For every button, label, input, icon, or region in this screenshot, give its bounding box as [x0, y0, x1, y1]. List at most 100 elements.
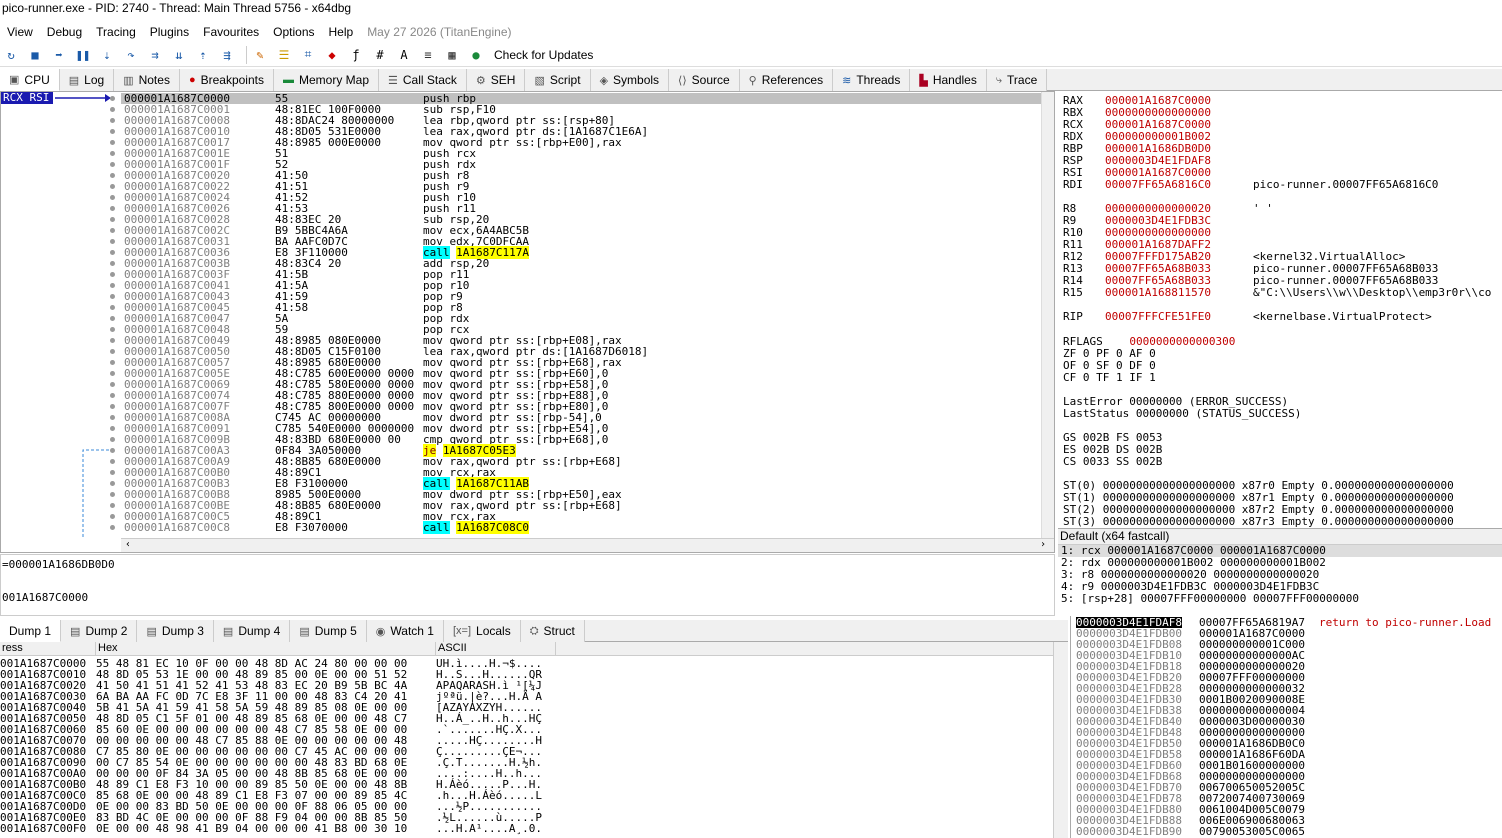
register-row[interactable]: RIP 00007FFFCFE51FE0 <kernelbase.VirtualPr…: [1063, 311, 1432, 323]
function-icon[interactable]: ƒ: [347, 46, 365, 64]
step-over-icon[interactable]: ↷: [122, 46, 140, 64]
disasm-row[interactable]: 000001A1687C0020 41:50 push r8: [110, 170, 1041, 181]
disasm-row[interactable]: 000001A1687C0028 48:83EC 20 sub rsp,20: [110, 214, 1041, 225]
tab-dump-2[interactable]: ▤ Dump 2: [61, 620, 138, 642]
breakpoint-dot[interactable]: [110, 151, 115, 156]
disasm-row[interactable]: 000001A1687C0000 55 push rbp: [110, 93, 1041, 104]
stop-icon[interactable]: ■: [26, 46, 44, 64]
tab-breakpoints[interactable]: ● Breakpoints: [179, 69, 274, 91]
trace-over-icon[interactable]: ⇊: [170, 46, 188, 64]
breakpoint-dot[interactable]: [110, 503, 115, 508]
disasm-row[interactable]: 000001A1687C0036 E8 3F110000 call 1A1687C1…: [110, 246, 1041, 259]
step-into-icon[interactable]: ⇣: [98, 46, 116, 64]
disasm-row[interactable]: 000001A1687C001F 52 push rdx: [110, 159, 1041, 170]
menu-plugins[interactable]: Plugins: [143, 25, 196, 39]
dump-column-address[interactable]: ress: [0, 642, 96, 655]
breakpoint-dot[interactable]: [110, 272, 115, 277]
tab-seh[interactable]: ⚙ SEH: [466, 69, 526, 91]
dump-hex[interactable]: 0E 00 00 48 98 41 B9 04 00 00 00 41 B8 0…: [96, 823, 407, 834]
breakpoint-dot[interactable]: [110, 437, 115, 442]
disasm-row[interactable]: 000001A1687C0047 5A pop rdx: [110, 313, 1041, 324]
breakpoint-dot[interactable]: [110, 173, 115, 178]
breakpoint-dot[interactable]: [110, 184, 115, 189]
tab-trace[interactable]: ⤷ Trace: [986, 69, 1048, 91]
breakpoint-dot[interactable]: [110, 349, 115, 354]
breakpoint-dot[interactable]: [110, 250, 115, 255]
disasm-instruction[interactable]: call 1A1687C08C0: [423, 521, 529, 534]
menu-options[interactable]: Options: [266, 25, 321, 39]
tab-source[interactable]: ⟨⟩ Source: [669, 69, 740, 91]
dump-column-ascii[interactable]: ASCII: [436, 642, 556, 655]
breakpoint-dot[interactable]: [110, 140, 115, 145]
tab-log[interactable]: ▤ Log: [59, 69, 115, 91]
tab-locals[interactable]: [x=] Locals: [443, 620, 521, 642]
breakpoint-dot[interactable]: [110, 481, 115, 486]
tab-handles[interactable]: ▙ Handles: [910, 69, 987, 91]
pause-icon[interactable]: ❚❚: [74, 46, 92, 64]
tab-cpu[interactable]: ▣ CPU: [0, 69, 60, 91]
breakpoint-dot[interactable]: [110, 217, 115, 222]
breakpoint-dot[interactable]: [110, 393, 115, 398]
disassembly-hscrollbar[interactable]: ‹ ›: [121, 538, 1054, 552]
breakpoint-dot[interactable]: [110, 514, 115, 519]
breakpoint-dot[interactable]: [110, 525, 115, 530]
breakpoint-dot[interactable]: [110, 283, 115, 288]
tab-dump-3[interactable]: ▤ Dump 3: [137, 620, 214, 642]
scroll-right-icon[interactable]: ›: [1040, 539, 1046, 550]
calculator-icon[interactable]: ▦: [443, 46, 461, 64]
breakpoint-dot[interactable]: [110, 470, 115, 475]
stack-row[interactable]: 0000003D4E1FDB90 00790053005C0065: [1071, 826, 1502, 837]
tab-dump-5[interactable]: ▤ Dump 5: [290, 620, 367, 642]
breakpoint-dot[interactable]: [110, 294, 115, 299]
register-row[interactable]: R15 000001A168811570 &"C:\\Users\\w\\Deskt…: [1063, 286, 1491, 299]
call-convention-panel[interactable]: Default (x64 fastcall) 1: rcx 000001A168…: [1058, 528, 1502, 616]
breakpoint-dot[interactable]: [110, 305, 115, 310]
hex-dump-view[interactable]: ress Hex ASCII 001A1687C0000 55 48 81 EC …: [0, 642, 1068, 838]
disasm-row[interactable]: 000001A1687C0043 41:59 pop r9: [110, 291, 1041, 302]
disasm-row[interactable]: 000001A1687C002C B9 5BBC4A6A mov ecx,6A4AB…: [110, 225, 1041, 236]
disasm-row[interactable]: 000001A1687C0045 41:58 pop r8: [110, 302, 1041, 313]
dump-ascii[interactable]: ...H.A¹....A¸.0.: [436, 823, 542, 834]
tab-notes[interactable]: ▥ Notes: [114, 69, 180, 91]
breakpoint-dot[interactable]: [110, 195, 115, 200]
run-to-user-code-icon[interactable]: ⇶: [218, 46, 236, 64]
trace-into-icon[interactable]: ⇉: [146, 46, 164, 64]
menu-debug[interactable]: Debug: [40, 25, 89, 39]
disasm-row[interactable]: 000001A1687C00C8 E8 F3070000 call 1A1687C0…: [110, 521, 1041, 534]
run-icon[interactable]: ➡: [50, 46, 68, 64]
disasm-row[interactable]: 000001A1687C0041 41:5A pop r10: [110, 280, 1041, 291]
tab-threads[interactable]: ≋ Threads: [833, 69, 911, 91]
stack-value[interactable]: 00790053005C0065: [1199, 826, 1305, 837]
disasm-row[interactable]: 000001A1687C0024 41:52 push r10: [110, 192, 1041, 203]
breakpoint-dot[interactable]: [110, 206, 115, 211]
restart-icon[interactable]: ↻: [2, 46, 20, 64]
disasm-row[interactable]: 000001A1687C0017 48:8985 000E0000 mov qwor…: [110, 137, 1041, 148]
breakpoint-dot[interactable]: [110, 404, 115, 409]
breakpoint-dot[interactable]: [110, 96, 115, 101]
breakpoint-dot[interactable]: [110, 316, 115, 321]
hash-icon[interactable]: #: [371, 46, 389, 64]
font-icon[interactable]: A: [395, 46, 413, 64]
disasm-row[interactable]: 000001A1687C001E 51 push rcx: [110, 148, 1041, 159]
disasm-row[interactable]: 000001A1687C0026 41:53 push r11: [110, 203, 1041, 214]
tab-symbols[interactable]: ◈ Symbols: [590, 69, 670, 91]
breakpoint-dot[interactable]: [110, 129, 115, 134]
breakpoint-dot[interactable]: [110, 338, 115, 343]
register-value[interactable]: 000001A168811570: [1105, 286, 1211, 299]
breakpoint-dot[interactable]: [110, 426, 115, 431]
menu-help[interactable]: Help: [322, 25, 361, 39]
breakpoint-dot[interactable]: [110, 162, 115, 167]
disasm-row[interactable]: 000001A1687C009B 48:83BD 680E0000 00 cmp q…: [110, 434, 1041, 445]
menu-favourites[interactable]: Favourites: [196, 25, 266, 39]
disassembly-scrollbar[interactable]: [1041, 92, 1054, 538]
disasm-row[interactable]: 000001A1687C003F 41:5B pop r11: [110, 269, 1041, 280]
breakpoint-dot[interactable]: [110, 448, 115, 453]
stack-view[interactable]: 0000003D4E1FDAF8 00007FF65A6819A7 return t…: [1070, 616, 1502, 838]
breakpoint-dot[interactable]: [110, 327, 115, 332]
bookmark-icon[interactable]: ◆: [323, 46, 341, 64]
breakpoint-dot[interactable]: [110, 382, 115, 387]
register-value[interactable]: 00007FF65A6816C0: [1105, 178, 1211, 191]
call-convention-header[interactable]: Default (x64 fastcall): [1058, 529, 1502, 545]
list-icon[interactable]: ≡: [419, 46, 437, 64]
disasm-row[interactable]: 000001A1687C003B 48:83C4 20 add rsp,20: [110, 258, 1041, 269]
